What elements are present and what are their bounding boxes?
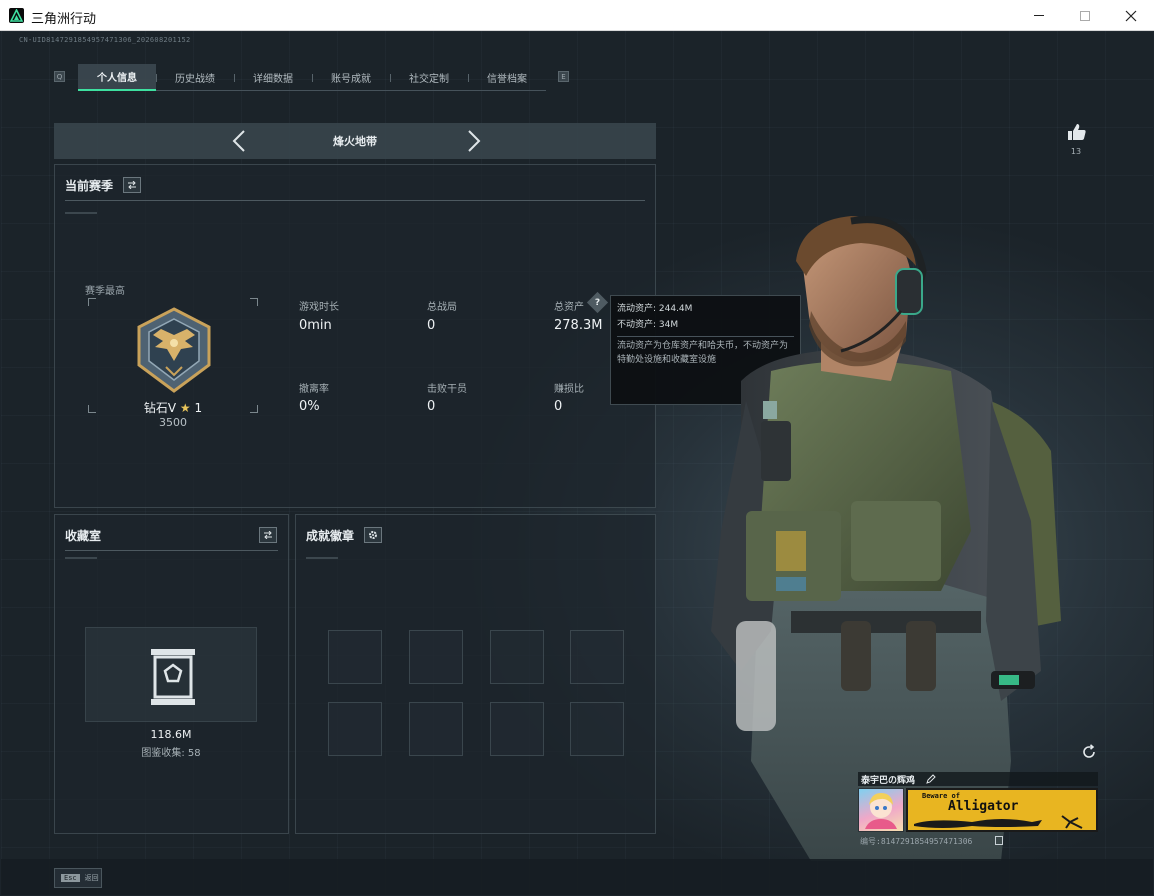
thumbs-up-icon[interactable]: [1067, 123, 1087, 141]
rotate-character-icon[interactable]: [1081, 744, 1097, 760]
alligator-icon: [914, 815, 1083, 829]
tab-prev-key[interactable]: Q: [54, 71, 65, 82]
uid-text: CN-UID8147291854957471306_202608201152: [19, 36, 191, 44]
minimize-button[interactable]: [1016, 0, 1062, 31]
back-button[interactable]: Esc 返回: [54, 868, 102, 888]
divider: [65, 200, 645, 201]
divider: [65, 550, 278, 551]
divider: [65, 212, 97, 214]
tab-achievements[interactable]: 账号成就: [312, 64, 390, 91]
collection-switch-button[interactable]: [259, 527, 277, 543]
gear-icon: [369, 531, 377, 539]
badge-slot[interactable]: [328, 630, 382, 684]
catalog-count: 图鉴收集: 58: [141, 748, 201, 759]
tab-personal-info[interactable]: 个人信息: [78, 64, 156, 91]
stat-label-kills: 击败干员: [427, 384, 467, 395]
tab-credit-record[interactable]: 信誉档案: [468, 64, 546, 91]
tab-next-key[interactable]: E: [558, 71, 569, 82]
badge-slot[interactable]: [409, 630, 463, 684]
rank-name: 钻石V ★ 1: [88, 399, 258, 416]
rank-points: 3500: [159, 416, 187, 429]
stat-value-playtime: 0min: [299, 318, 332, 333]
copy-id-icon[interactable]: [995, 836, 1003, 845]
anime-avatar-icon: [865, 793, 897, 829]
minimize-icon: [1034, 15, 1044, 16]
frame-corner: [250, 298, 258, 306]
player-name: 泰宇巴の辉鸡: [861, 776, 916, 786]
banner-big-text: Alligator: [948, 799, 1019, 814]
badge-slot[interactable]: [409, 702, 463, 756]
star-icon: ★: [179, 401, 191, 415]
display-case-icon: [151, 649, 195, 705]
close-button[interactable]: [1108, 0, 1154, 31]
diamond-rank-emblem-icon: [137, 307, 211, 393]
rank-stars: 1: [194, 401, 203, 415]
back-label: 返回: [84, 874, 99, 882]
current-season-panel: 当前赛季 赛季最高 钻石V ★ 1 3500 游戏时长 0min 总战局 0 总…: [54, 164, 656, 508]
season-high-label: 赛季最高: [85, 286, 125, 297]
assets-help-button[interactable]: ?: [586, 291, 609, 314]
frame-corner: [88, 298, 96, 306]
stat-value-kills: 0: [427, 399, 436, 414]
edit-name-icon[interactable]: [926, 774, 936, 784]
nameplate-banner[interactable]: Beware of Alligator: [906, 788, 1098, 832]
stat-label-playtime: 游戏时长: [299, 302, 339, 313]
current-season-title: 当前赛季: [65, 179, 114, 193]
badge-slot[interactable]: [490, 630, 544, 684]
mode-selector: 烽火地带: [54, 123, 656, 159]
collection-value: 118.6M: [150, 728, 192, 741]
next-mode-arrow-icon[interactable]: [464, 130, 484, 152]
window-titlebar: 三角洲行动: [0, 0, 1154, 31]
tab-detailed-data[interactable]: 详细数据: [234, 64, 312, 91]
stat-label-profit-ratio: 赚损比: [554, 384, 584, 395]
mode-title: 烽火地带: [333, 135, 377, 148]
app-logo-icon: [9, 8, 24, 23]
divider: [65, 557, 97, 559]
game-viewport: CN-UID8147291854957471306_202608201152 Q…: [1, 31, 1153, 895]
badges-title: 成就徽章: [306, 529, 355, 543]
achievement-badges-panel: 成就徽章: [295, 514, 656, 834]
collection-room-title: 收藏室: [65, 529, 102, 543]
avatar[interactable]: [858, 788, 904, 832]
badge-settings-button[interactable]: [364, 527, 382, 543]
swap-icon: [128, 181, 136, 189]
help-icon: ?: [594, 297, 601, 308]
collection-room-panel: 收藏室 118.6M 图鉴收集: 58: [54, 514, 289, 834]
player-id: 编号:8147291854957471306: [860, 837, 973, 846]
tab-match-history[interactable]: 历史战绩: [156, 64, 234, 91]
player-name-row: 泰宇巴の辉鸡: [858, 772, 1098, 786]
badge-slot[interactable]: [570, 630, 624, 684]
operator-character: [711, 216, 1061, 861]
badge-slot[interactable]: [570, 702, 624, 756]
divider: [306, 557, 338, 559]
close-icon: [1125, 10, 1137, 21]
tab-social-custom[interactable]: 社交定制: [390, 64, 468, 91]
maximize-icon: [1080, 10, 1090, 21]
window-title: 三角洲行动: [31, 12, 97, 27]
stat-label-total-assets: 总资产: [554, 302, 584, 313]
like-count: 13: [1070, 147, 1082, 156]
profile-tabs: 个人信息 历史战绩 详细数据 账号成就 社交定制 信誉档案: [78, 64, 546, 91]
badge-slot[interactable]: [490, 702, 544, 756]
stat-value-extraction-rate: 0%: [299, 399, 320, 414]
badge-slot[interactable]: [328, 702, 382, 756]
stat-value-total-assets: 278.3M: [554, 318, 603, 333]
esc-key-hint: Esc: [61, 874, 80, 882]
bottom-bar: [1, 859, 1153, 895]
stat-label-extraction-rate: 撤离率: [299, 384, 329, 395]
stat-value-total-matches: 0: [427, 318, 436, 333]
stat-label-total-matches: 总战局: [427, 302, 457, 313]
stat-value-profit-ratio: 0: [554, 399, 563, 414]
season-switch-button[interactable]: [123, 177, 141, 193]
swap-icon: [264, 531, 272, 539]
maximize-button[interactable]: [1062, 0, 1108, 31]
rank-tier: 钻石V: [143, 401, 177, 415]
